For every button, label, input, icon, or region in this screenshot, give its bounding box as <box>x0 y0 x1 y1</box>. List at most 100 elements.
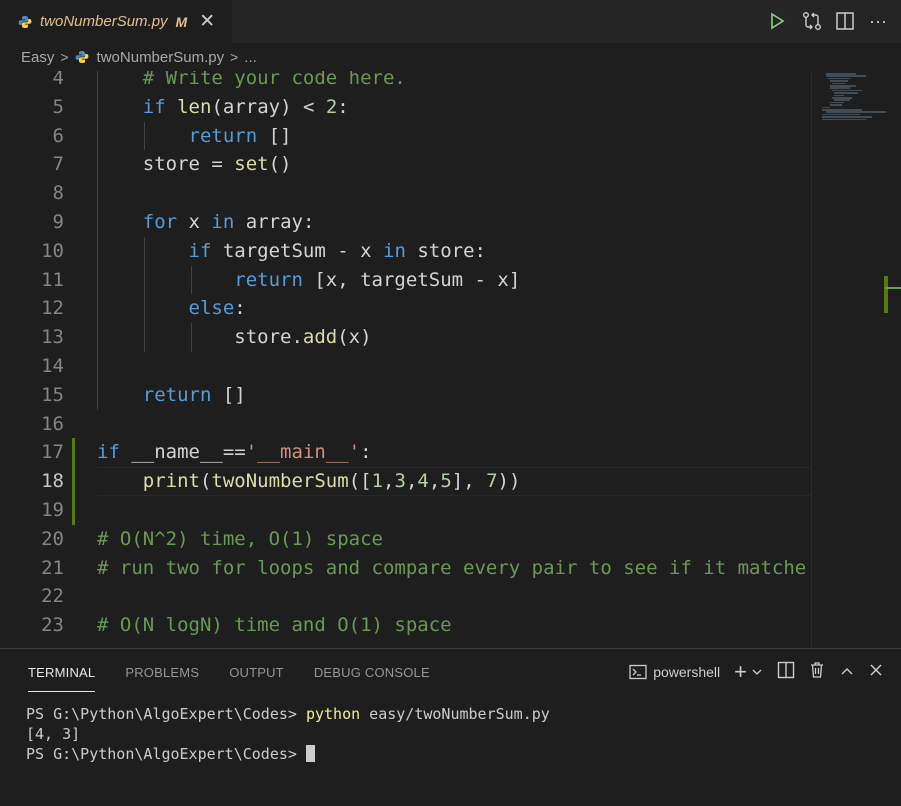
indent-guide <box>191 265 192 295</box>
terminal-command: python <box>305 705 361 723</box>
terminal-result: [4, 3] <box>26 725 81 743</box>
code-line[interactable]: 21 # run two for loops and compare every … <box>0 554 811 583</box>
shell-name: powershell <box>653 663 721 680</box>
split-terminal-icon[interactable] <box>777 661 795 682</box>
editor-tab-bar: twoNumberSum.py M ✕ ··· <box>0 0 901 43</box>
code-line[interactable]: 22 <box>0 582 811 611</box>
scrollbar-position-marker[interactable] <box>885 287 901 289</box>
code-line[interactable]: 9 for x in array: <box>0 208 811 237</box>
terminal-selector[interactable]: powershell <box>629 664 720 680</box>
code-editor[interactable]: 4 # Write your code here. 5 if len(array)… <box>0 71 811 648</box>
code-text: for x in array: <box>142 210 315 233</box>
line-number: 15 <box>41 383 64 406</box>
panel-tab-debug-console[interactable]: DEBUG CONSOLE <box>314 665 430 680</box>
python-icon <box>75 50 89 64</box>
code-text: return [x, targetSum - x] <box>234 268 521 291</box>
git-compare-icon[interactable] <box>801 10 821 32</box>
line-number: 4 <box>52 71 64 89</box>
code-text: if len(array) < 2: <box>142 95 349 118</box>
code-line[interactable]: 11 return [x, targetSum - x] <box>0 266 811 295</box>
code-text: # run two for loops and compare every pa… <box>97 556 807 579</box>
panel-actions: powershell + <box>629 660 883 682</box>
panel-tabs: TERMINAL PROBLEMS OUTPUT DEBUG CONSOLE <box>28 665 460 692</box>
code-line[interactable]: 14 <box>0 352 811 381</box>
minimap-line <box>834 92 858 94</box>
indent-guide <box>191 323 192 352</box>
minimap-line <box>830 85 856 87</box>
split-editor-icon[interactable] <box>835 10 855 32</box>
modified-indicator: M <box>175 13 188 30</box>
indent-guide <box>144 121 145 151</box>
code-line[interactable]: 7 store = set() <box>0 150 811 179</box>
code-text: # O(N^2) time, O(1) space <box>97 527 383 550</box>
panel-tab-terminal[interactable]: TERMINAL <box>28 665 96 692</box>
scrollbar-change-marker <box>884 276 888 313</box>
line-number: 17 <box>41 441 64 464</box>
breadcrumb-symbols[interactable]: ... <box>244 49 257 66</box>
trash-icon[interactable] <box>809 661 825 682</box>
terminal-output[interactable]: PS G:\Python\AlgoExpert\Codes> python ea… <box>26 704 550 764</box>
minimap-line <box>826 111 886 113</box>
minimap-line <box>826 73 856 75</box>
code-line[interactable]: 12 else: <box>0 294 811 323</box>
code-line[interactable]: 23 # O(N logN) time and O(1) space <box>0 611 811 640</box>
code-text: else: <box>188 297 246 320</box>
code-line[interactable]: 20 # O(N^2) time, O(1) space <box>0 525 811 554</box>
code-line[interactable]: 8 <box>0 179 811 208</box>
code-text: # Write your code here. <box>142 71 406 89</box>
close-tab-icon[interactable]: ✕ <box>199 12 215 31</box>
minimap-line <box>828 77 850 80</box>
editor-tab-twonumbersum[interactable]: twoNumberSum.py M ✕ <box>0 0 232 43</box>
code-line[interactable]: 6 return [] <box>0 122 811 151</box>
line-number: 10 <box>41 239 64 262</box>
line-number: 11 <box>41 268 64 291</box>
line-number: 22 <box>41 585 64 608</box>
code-text: if targetSum - x in store: <box>188 239 486 262</box>
panel-tab-problems[interactable]: PROBLEMS <box>125 665 199 680</box>
indent-guide <box>144 236 145 352</box>
maximize-panel-icon[interactable] <box>839 664 855 680</box>
close-panel-icon[interactable] <box>869 663 883 680</box>
terminal-command-args: easy/twoNumberSum.py <box>360 705 550 723</box>
code-text: store.add(x) <box>97 326 372 349</box>
line-number: 9 <box>52 210 64 233</box>
code-line[interactable]: 15 return [] <box>0 381 811 410</box>
code-text: return [] <box>188 124 292 147</box>
more-actions-icon[interactable]: ··· <box>869 10 889 32</box>
run-python-file-icon[interactable] <box>767 10 787 32</box>
code-lines: 4 # Write your code here. 5 if len(array)… <box>0 71 811 640</box>
code-text: print(twoNumberSum([1,3,4,5], 7)) <box>142 470 521 493</box>
terminal-icon <box>629 664 647 679</box>
terminal-cursor <box>305 745 315 762</box>
code-line[interactable]: 17 if __name__=='__main__': <box>0 438 811 467</box>
minimap-line <box>830 87 850 89</box>
minimap-line <box>822 118 866 121</box>
line-number: 16 <box>41 412 64 435</box>
code-line[interactable]: 13 store.add(x) <box>0 323 811 352</box>
code-text: # O(N logN) time and O(1) space <box>97 614 452 637</box>
tab-file-name: twoNumberSum.py <box>40 13 168 30</box>
code-line[interactable]: 19 <box>0 496 811 525</box>
line-number: 23 <box>41 614 64 637</box>
breadcrumb-file[interactable]: twoNumberSum.py <box>97 49 225 66</box>
new-terminal-icon[interactable]: + <box>734 660 747 682</box>
panel-tab-output[interactable]: OUTPUT <box>229 665 284 680</box>
code-text: store = set() <box>97 153 292 176</box>
code-line[interactable]: 16 <box>0 410 811 439</box>
line-number: 7 <box>52 153 64 176</box>
code-line[interactable]: 5 if len(array) < 2: <box>0 93 811 122</box>
chevron-right-icon: > <box>60 49 69 65</box>
breadcrumb-folder[interactable]: Easy <box>21 49 54 66</box>
minimap-line <box>830 80 848 82</box>
code-line[interactable]: 10 if targetSum - x in store: <box>0 237 811 266</box>
indent-guide <box>97 71 98 410</box>
code-line[interactable]: 4 # Write your code here. <box>0 71 811 93</box>
line-number: 8 <box>52 182 64 205</box>
line-number: 21 <box>41 556 64 579</box>
code-line[interactable]: 18 print(twoNumberSum([1,3,4,5], 7)) <box>0 467 811 496</box>
line-number: 6 <box>52 124 64 147</box>
minimap-line <box>830 104 842 106</box>
minimap-line <box>822 106 830 109</box>
minimap[interactable] <box>811 71 901 648</box>
chevron-down-icon[interactable] <box>751 664 763 680</box>
